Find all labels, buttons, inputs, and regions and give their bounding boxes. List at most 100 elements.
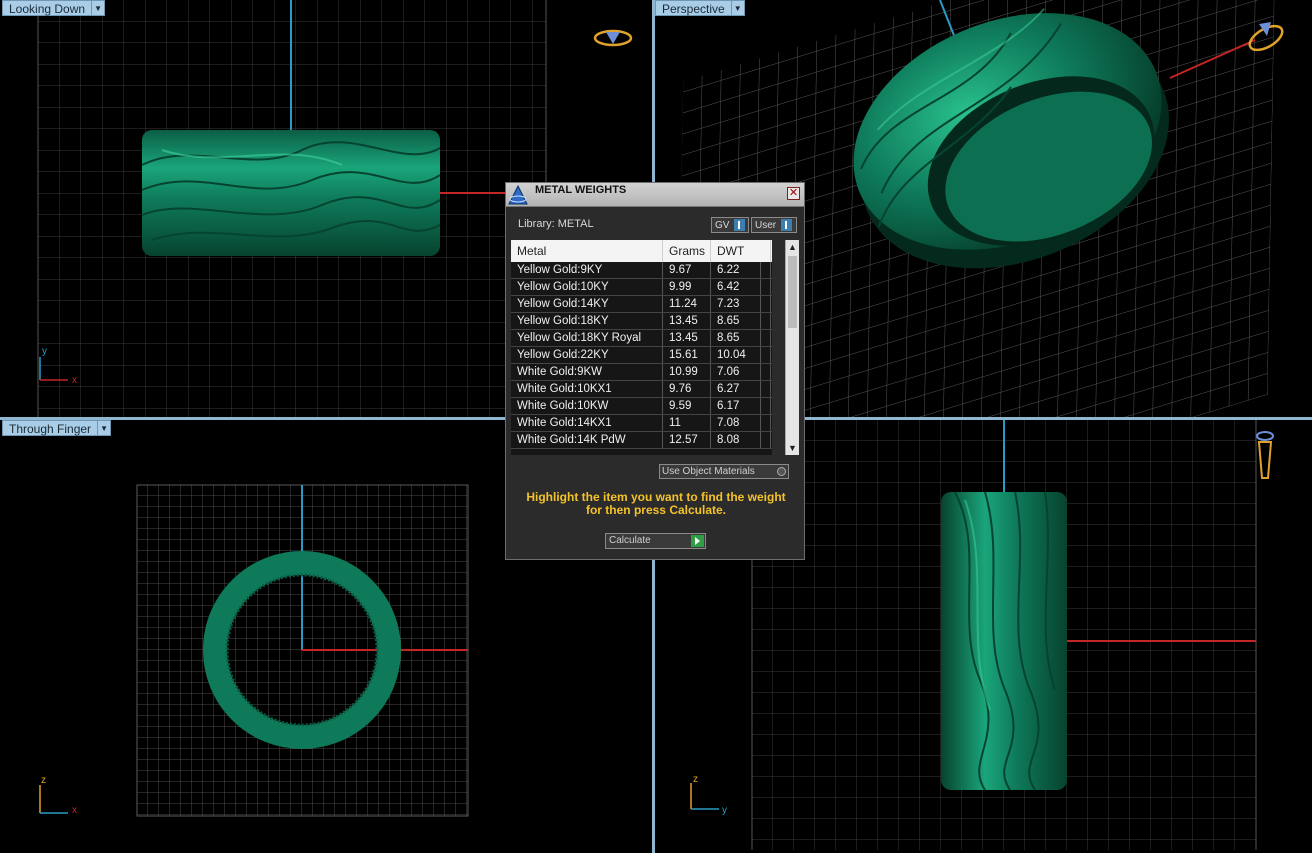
cell-metal: Yellow Gold:9KY xyxy=(511,262,663,278)
cell-dwt: 8.65 xyxy=(711,330,761,346)
chevron-down-icon[interactable]: ▼ xyxy=(731,0,745,16)
cell-dwt: 7.23 xyxy=(711,296,761,312)
toggle-switch-icon xyxy=(781,219,793,231)
cell-grams: 13.45 xyxy=(663,330,711,346)
library-label: Library: METAL xyxy=(518,218,594,230)
cell-grams: 12.57 xyxy=(663,432,711,448)
cell-spacer xyxy=(761,415,771,431)
table-row[interactable]: White Gold:14K PdW 12.57 8.08 xyxy=(511,432,772,449)
cell-grams: 11 xyxy=(663,415,711,431)
column-header-grams[interactable]: Grams xyxy=(663,240,711,262)
metal-weights-dialog: METAL WEIGHTS ✕ Library: METAL GV User M… xyxy=(505,182,805,560)
metal-weights-table[interactable]: Metal Grams DWT Yellow Gold:9KY 9.67 6.22 Y… xyxy=(511,240,772,455)
table-header: Metal Grams DWT xyxy=(511,240,772,262)
user-toggle[interactable]: User xyxy=(751,217,797,233)
table-row[interactable]: White Gold:14KX1 11 7.08 xyxy=(511,415,772,432)
cell-spacer xyxy=(761,313,771,329)
cell-spacer xyxy=(761,296,771,312)
metal-weights-icon xyxy=(508,184,528,205)
cell-dwt: 7.08 xyxy=(711,415,761,431)
cell-metal: White Gold:14K PdW xyxy=(511,432,663,448)
cell-dwt: 6.27 xyxy=(711,381,761,397)
column-header-metal[interactable]: Metal xyxy=(511,240,663,262)
viewport-label-text: Looking Down xyxy=(2,0,93,16)
instruction-text: Highlight the item you want to find the … xyxy=(526,490,786,517)
ring-side-view xyxy=(141,130,441,256)
table-scrollbar[interactable]: ▲ ▼ xyxy=(785,240,799,455)
chevron-down-icon[interactable]: ▼ xyxy=(98,420,112,436)
gv-toggle[interactable]: GV xyxy=(711,217,749,233)
cell-dwt: 6.42 xyxy=(711,279,761,295)
dialog-title-bar[interactable]: METAL WEIGHTS ✕ xyxy=(506,183,804,207)
table-row[interactable]: Yellow Gold:14KY 11.24 7.23 xyxy=(511,296,772,313)
chevron-down-icon[interactable]: ▼ xyxy=(92,0,106,16)
cell-grams: 15.61 xyxy=(663,347,711,363)
table-row[interactable]: Yellow Gold:18KY 13.45 8.65 xyxy=(511,313,772,330)
user-toggle-label: User xyxy=(755,219,777,231)
cell-spacer xyxy=(761,398,771,414)
calculate-label: Calculate xyxy=(609,535,651,546)
cell-spacer xyxy=(761,279,771,295)
view-cube-icon[interactable] xyxy=(1256,431,1274,479)
axis-z-label: z xyxy=(41,775,46,786)
table-row[interactable]: Yellow Gold:10KY 9.99 6.42 xyxy=(511,279,772,296)
cell-metal: Yellow Gold:22KY xyxy=(511,347,663,363)
table-row[interactable]: White Gold:10KW 9.59 6.17 xyxy=(511,398,772,415)
axis-y-label: y xyxy=(722,805,727,816)
cell-metal: White Gold:9KW xyxy=(511,364,663,380)
cell-grams: 9.76 xyxy=(663,381,711,397)
viewport-label-text: Through Finger xyxy=(2,420,99,436)
scroll-up-icon[interactable]: ▲ xyxy=(786,240,799,254)
cell-grams: 13.45 xyxy=(663,313,711,329)
cell-dwt: 7.06 xyxy=(711,364,761,380)
cell-spacer xyxy=(761,432,771,448)
cell-spacer xyxy=(761,347,771,363)
cell-metal: Yellow Gold:10KY xyxy=(511,279,663,295)
axis-indicator xyxy=(690,783,719,810)
cell-metal: White Gold:10KX1 xyxy=(511,381,663,397)
use-object-materials-option[interactable]: Use Object Materials xyxy=(659,464,789,479)
toggle-switch-icon xyxy=(734,219,746,231)
cell-metal: Yellow Gold:18KY xyxy=(511,313,663,329)
use-object-materials-label: Use Object Materials xyxy=(662,466,755,477)
scroll-down-icon[interactable]: ▼ xyxy=(786,441,799,455)
table-row[interactable]: White Gold:10KX1 9.76 6.27 xyxy=(511,381,772,398)
dialog-title: METAL WEIGHTS xyxy=(535,184,627,196)
view-cube-icon[interactable] xyxy=(593,29,633,47)
cell-spacer xyxy=(761,381,771,397)
play-icon xyxy=(691,535,704,547)
cell-grams: 10.99 xyxy=(663,364,711,380)
cell-dwt: 8.65 xyxy=(711,313,761,329)
viewport-label-text: Perspective xyxy=(655,0,732,16)
viewport-label-perspective[interactable]: Perspective ▼ xyxy=(655,0,745,16)
axis-y-label: y xyxy=(42,346,47,357)
axis-indicator xyxy=(39,785,68,814)
table-row[interactable]: Yellow Gold:18KY Royal 13.45 8.65 xyxy=(511,330,772,347)
table-row[interactable]: Yellow Gold:9KY 9.67 6.22 xyxy=(511,262,772,279)
cell-metal: Yellow Gold:18KY Royal xyxy=(511,330,663,346)
cell-dwt: 10.04 xyxy=(711,347,761,363)
cell-metal: White Gold:14KX1 xyxy=(511,415,663,431)
cell-grams: 9.59 xyxy=(663,398,711,414)
viewport-label-through-finger[interactable]: Through Finger ▼ xyxy=(2,420,112,436)
cell-dwt: 6.17 xyxy=(711,398,761,414)
close-icon[interactable]: ✕ xyxy=(787,187,800,200)
viewport-label-looking-down[interactable]: Looking Down ▼ xyxy=(2,0,106,16)
table-row[interactable]: White Gold:9KW 10.99 7.06 xyxy=(511,364,772,381)
app-window: y x Looking Down ▼ Perspective ▼ z x Thr… xyxy=(0,0,1312,853)
table-body: Yellow Gold:9KY 9.67 6.22 Yellow Gold:10KY 9… xyxy=(511,262,772,449)
cell-spacer xyxy=(761,330,771,346)
axis-x-label: x xyxy=(72,375,77,386)
radio-icon[interactable] xyxy=(777,467,786,476)
column-header-dwt[interactable]: DWT xyxy=(711,240,771,262)
table-row[interactable]: Yellow Gold:22KY 15.61 10.04 xyxy=(511,347,772,364)
cell-metal: White Gold:10KW xyxy=(511,398,663,414)
scrollbar-thumb[interactable] xyxy=(788,256,797,328)
cell-grams: 9.67 xyxy=(663,262,711,278)
ring-side-view xyxy=(941,491,1067,791)
calculate-button[interactable]: Calculate xyxy=(605,533,706,549)
cell-dwt: 8.08 xyxy=(711,432,761,448)
cell-spacer xyxy=(761,262,771,278)
cell-metal: Yellow Gold:14KY xyxy=(511,296,663,312)
cell-spacer xyxy=(761,364,771,380)
